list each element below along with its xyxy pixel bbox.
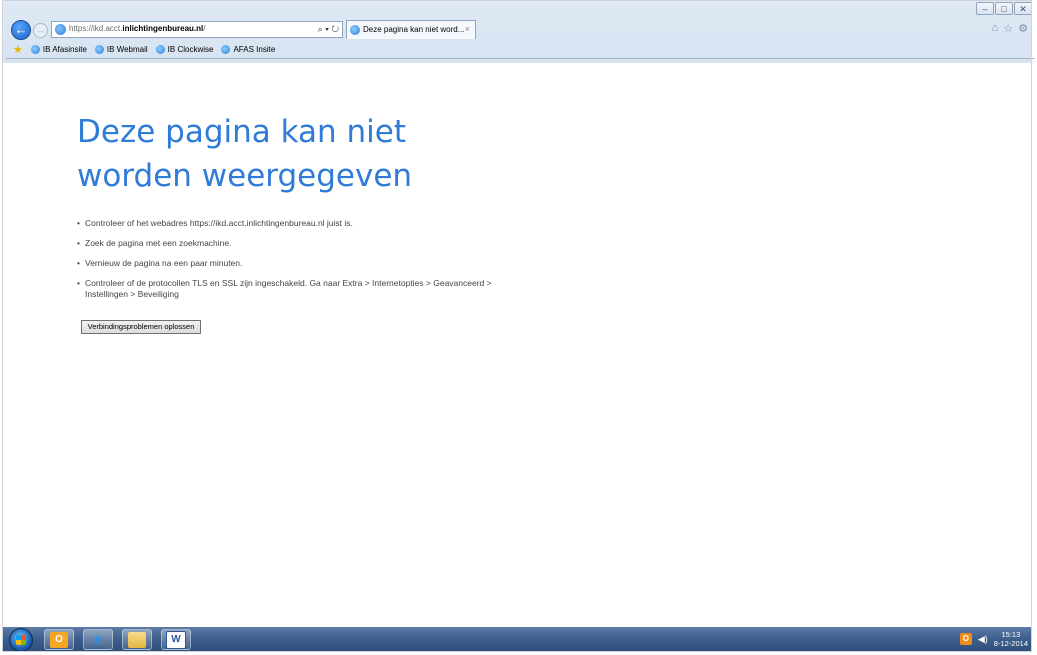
favorites-star-icon[interactable]: ☆ [1003,22,1013,35]
taskbar: O e W O ◀) 15:13 8-12-2014 [3,627,1032,652]
tab-favicon-icon [350,25,360,35]
site-icon [55,24,66,35]
page-title: Deze pagina kan niet worden weergegeven [77,114,413,194]
favorite-label: IB Webmail [106,44,148,54]
clock[interactable]: 15:13 8-12-2014 [994,630,1028,648]
fix-connection-button[interactable]: Verbindingsproblemen oplossen [81,320,201,334]
clock-time: 15:13 [1001,630,1021,639]
favorites-star-icon[interactable]: ★ [13,43,23,56]
taskbar-word[interactable]: W [161,629,191,650]
favorite-label: IB Afasinsite [42,44,87,54]
speaker-icon[interactable]: ◀) [978,634,988,645]
address-bar[interactable]: https://ikd.acct.inlichtingenbureau.nl/ … [51,21,343,38]
maximize-button[interactable]: □ [995,2,1013,15]
bullet-icon: • [77,218,80,228]
navigation-bar: ← → https://ikd.acct.inlichtingenbureau.… [6,19,1032,41]
close-window-button[interactable]: ✕ [1014,2,1032,15]
ie-page-icon [94,44,104,54]
taskbar-outlook[interactable]: O [44,629,74,650]
bullet-icon: • [77,238,80,248]
list-item: • Controleer of het webadres https://ikd.… [77,218,505,229]
ie-page-icon [155,44,165,54]
tip-text: Vernieuw de pagina na een paar minuten. [85,258,243,268]
list-item: • Controleer of de protocollen TLS en SSL… [77,278,505,300]
toolbar-icons: ⌂ ☆ ⚙ [992,22,1028,35]
browser-chrome: – □ ✕ ← → https://ikd.acct.inlichtingenb… [3,0,1035,63]
system-tray: O ◀) 15:13 8-12-2014 [959,630,1028,648]
error-page: Deze pagina kan niet worden weergegeven … [77,110,977,309]
start-button[interactable] [9,628,33,652]
favorite-link[interactable]: IB Webmail [94,44,148,54]
word-icon: W [166,630,186,649]
search-refresh-icons[interactable]: ⌕ ▾ ↻ [318,24,339,35]
screen: – □ ✕ ← → https://ikd.acct.inlichtingenb… [0,0,1037,655]
clock-date: 8-12-2014 [993,639,1028,648]
settings-gear-icon[interactable]: ⚙ [1018,22,1028,35]
tab-title: Deze pagina kan niet word... [363,25,465,34]
internet-explorer-icon: e [93,631,103,648]
home-icon[interactable]: ⌂ [992,22,999,35]
favorite-link[interactable]: IB Afasinsite [30,44,87,54]
back-button[interactable]: ← [11,20,31,40]
window-controls: – □ ✕ [976,2,1032,15]
tab-current[interactable]: Deze pagina kan niet word... × [346,20,476,39]
address-url[interactable]: https://ikd.acct.inlichtingenbureau.nl/ [69,24,205,33]
favorite-link[interactable]: AFAS Insite [221,44,276,54]
folder-icon [128,631,146,648]
minimize-button[interactable]: – [976,2,994,15]
tab-close-icon[interactable]: × [465,24,470,34]
outlook-icon: O [50,631,68,648]
tray-outlook-icon[interactable]: O [959,633,972,645]
bullet-icon: • [77,258,80,268]
bullet-icon: • [77,278,80,288]
favorite-link[interactable]: IB Clockwise [155,44,214,54]
chrome-divider [6,58,1035,59]
taskbar-file-explorer[interactable] [122,629,152,650]
taskbar-internet-explorer[interactable]: e [83,629,113,650]
ie-page-icon [30,44,40,54]
tips-list: • Controleer of het webadres https://ikd.… [77,218,977,300]
list-item: • Zoek de pagina met een zoekmachine. [77,238,505,249]
favorite-label: IB Clockwise [167,44,214,54]
favorite-label: AFAS Insite [233,44,276,54]
tip-text: Controleer of de protocollen TLS en SSL … [85,278,492,299]
tip-text: Zoek de pagina met een zoekmachine. [85,238,232,248]
forward-button[interactable]: → [33,23,48,38]
favorites-bar: ★ IB Afasinsite IB Webmail IB Clockwise … [6,41,1032,57]
ie-page-icon [221,44,231,54]
tip-text: Controleer of het webadres https://ikd.a… [85,218,353,228]
list-item: • Vernieuw de pagina na een paar minuten. [77,258,505,269]
